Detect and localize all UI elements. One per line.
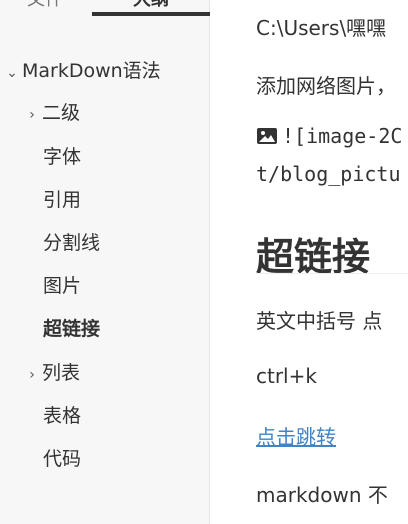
image-markdown-line-2: t/blog_pictu	[256, 162, 401, 186]
chevron-right-icon[interactable]: ›	[24, 358, 40, 392]
outline-item-font[interactable]: 字体	[43, 140, 81, 174]
outline-item-divider[interactable]: 分割线	[43, 226, 100, 260]
outline-item-list[interactable]: › 列表	[24, 356, 80, 390]
outline-item-hyperlink[interactable]: 超链接	[43, 312, 100, 346]
path-text: C:\Users\嘿嘿	[256, 16, 387, 40]
outline-item-markdown[interactable]: ⌄ MarkDown语法	[4, 54, 161, 88]
click-to-jump-link[interactable]: 点击跳转	[256, 421, 336, 450]
outline-item-label: 分割线	[43, 232, 101, 254]
outline-item-label: 字体	[43, 146, 82, 168]
outline-item-label: 图片	[43, 275, 82, 297]
sidebar-tabs: 文件 大纲	[0, 0, 210, 28]
outline-item-table[interactable]: 表格	[43, 399, 81, 433]
image-markdown-line-1: ![image-2C	[256, 124, 402, 148]
outline-item-label: 代码	[43, 448, 82, 470]
outline-item-quote[interactable]: 引用	[43, 183, 81, 217]
hyperlink-paragraph: 英文中括号 点	[256, 309, 383, 333]
chevron-down-icon[interactable]: ⌄	[4, 56, 20, 90]
outline-item-label: 引用	[43, 189, 82, 211]
add-image-text: 添加网络图片，	[256, 74, 396, 98]
tab-files[interactable]: 文件	[0, 0, 90, 28]
heading-rule	[256, 273, 408, 274]
outline-item-level2[interactable]: › 二级	[24, 96, 80, 130]
markdown-paragraph: markdown 不	[256, 483, 388, 507]
outline-item-label: 二级	[42, 102, 81, 124]
outline-item-label: 超链接	[43, 318, 101, 340]
editor-pane[interactable]: C:\Users\嘿嘿 添加网络图片， ![image-2C t/blog_pi…	[211, 0, 408, 524]
image-markdown-source: ![image-2C	[282, 124, 403, 148]
outline-sidebar: 文件 大纲 ⌄MarkDown语法 ›二级 字体 引用 分割线 图片 超链接 ›…	[0, 0, 210, 524]
chevron-right-icon[interactable]: ›	[24, 98, 40, 132]
outline-item-label: 表格	[43, 405, 82, 427]
broken-image-icon	[257, 128, 277, 144]
outline-item-label: MarkDown语法	[22, 60, 161, 82]
shortcut-text: ctrl+k	[256, 364, 317, 388]
active-tab-indicator	[92, 12, 210, 16]
outline-item-code[interactable]: 代码	[43, 442, 81, 476]
outline-item-image[interactable]: 图片	[43, 269, 81, 303]
outline-item-label: 列表	[42, 362, 81, 384]
